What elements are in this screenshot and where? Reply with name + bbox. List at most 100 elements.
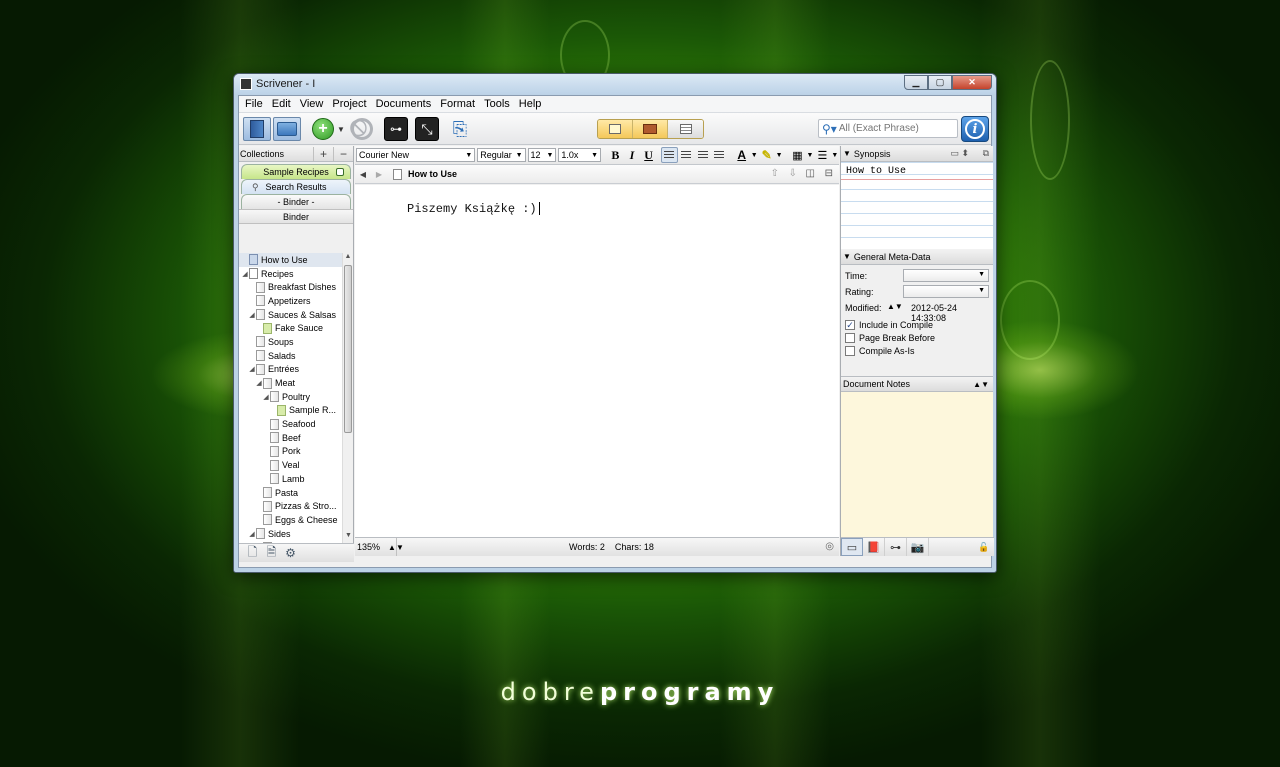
collapse-triangle-icon[interactable]: ▼ <box>843 252 851 261</box>
back-arrow-icon[interactable]: ◀ <box>355 170 371 179</box>
add-collection-button[interactable]: + <box>313 146 333 161</box>
synopsis-card[interactable]: How to Use <box>841 162 993 249</box>
chevron-down-icon[interactable]: ▼ <box>831 147 839 163</box>
search-input[interactable] <box>838 123 949 134</box>
minimize-button[interactable]: ▁ <box>904 75 928 90</box>
disclosure-triangle-icon[interactable]: ◢ <box>241 270 249 278</box>
list-icon[interactable]: ☰ <box>814 147 831 163</box>
zoom-control[interactable]: 135% ▲▼ <box>355 538 404 556</box>
binder-item[interactable]: ◢ Entrées <box>239 363 342 377</box>
binder-item[interactable]: How to Use <box>239 253 342 267</box>
menu-documents[interactable]: Documents <box>376 98 432 110</box>
lock-icon[interactable]: 🔓 <box>978 538 990 556</box>
stepper-icon[interactable]: ▲▼ <box>973 380 989 389</box>
binder-item[interactable]: Fake Sauce <box>239 321 342 335</box>
binder-item[interactable]: ◢ Poultry <box>239 390 342 404</box>
collection-tab-search-results[interactable]: ⚲ Search Results <box>241 179 351 194</box>
highlighter-icon[interactable]: ✎ <box>758 147 775 163</box>
disclosure-triangle-icon[interactable]: ◢ <box>262 393 270 401</box>
target-icon[interactable]: ◎ <box>825 541 834 552</box>
chevron-down-icon[interactable]: ▼ <box>806 147 814 163</box>
delete-button[interactable]: ⃠ <box>351 118 373 140</box>
collection-tab-binder[interactable]: - Binder - <box>241 194 351 209</box>
binder-item[interactable]: Seafood <box>239 417 342 431</box>
scroll-down-icon[interactable]: ▼ <box>343 532 354 543</box>
page-break-before-checkbox[interactable]: Page Break Before <box>845 333 935 343</box>
italic-button[interactable]: I <box>624 147 641 163</box>
stepper-icon[interactable]: ▲▼ <box>388 543 404 552</box>
scrivenings-view-button[interactable] <box>598 120 633 138</box>
align-center-button[interactable] <box>678 147 695 163</box>
compile-as-is-checkbox[interactable]: Compile As-Is <box>845 346 915 356</box>
collapse-triangle-icon[interactable]: ▼ <box>843 149 851 158</box>
binder-item[interactable]: Pasta <box>239 486 342 500</box>
scroll-up-icon[interactable]: ▲ <box>343 253 353 264</box>
align-justify-button[interactable] <box>694 147 711 163</box>
menu-edit[interactable]: Edit <box>272 98 291 110</box>
document-notes-header[interactable]: Document Notes ▲▼ <box>841 376 993 392</box>
collections-toggle-button[interactable] <box>273 117 301 141</box>
menu-tools[interactable]: Tools <box>484 98 510 110</box>
close-button[interactable]: ✕ <box>952 75 992 90</box>
time-select[interactable] <box>903 269 989 282</box>
binder-item[interactable]: Appetizers <box>239 294 342 308</box>
synopsis-mode-icon[interactable]: ▭ ⬍ <box>950 148 969 159</box>
keywords-button[interactable]: ⊶ <box>384 117 408 141</box>
font-family-select[interactable]: Courier New ▼ <box>356 148 476 162</box>
menu-view[interactable]: View <box>300 98 324 110</box>
menu-project[interactable]: Project <box>332 98 366 110</box>
full-screen-button[interactable]: ⤡ <box>415 117 439 141</box>
image-icon[interactable]: ⧉ <box>983 148 989 159</box>
snapshots-tab-icon[interactable]: 📷 <box>907 538 929 556</box>
stepper-icon[interactable]: ▲▼ <box>887 302 903 311</box>
document-notes-area[interactable] <box>841 392 993 538</box>
collection-tab-sample-recipes[interactable]: Sample Recipes <box>241 164 351 179</box>
binder-item[interactable]: Pizzas & Stro... <box>239 499 342 513</box>
disclosure-triangle-icon[interactable]: ◢ <box>248 311 256 319</box>
gear-icon[interactable]: ⚙ <box>281 546 300 560</box>
notes-tab-icon[interactable]: ▭ <box>841 538 863 556</box>
font-style-select[interactable]: Regular ▼ <box>477 148 526 162</box>
keywords-tab-icon[interactable]: ⊶ <box>885 538 907 556</box>
inspector-toggle-button[interactable]: i <box>961 116 989 142</box>
outliner-view-button[interactable] <box>668 120 703 138</box>
add-document-button[interactable]: + <box>312 118 334 140</box>
synopsis-header[interactable]: ▼ Synopsis ▭ ⬍ ⧉ <box>841 146 993 162</box>
scroll-thumb[interactable] <box>344 265 352 433</box>
meta-data-header[interactable]: ▼ General Meta-Data <box>841 249 993 265</box>
new-folder-icon[interactable]: 🗎 <box>262 543 281 564</box>
document-title[interactable]: How to Use <box>408 169 457 179</box>
references-tab-icon[interactable]: 📕 <box>863 538 885 556</box>
menu-file[interactable]: File <box>245 98 263 110</box>
text-editor[interactable]: Piszemy Książkę :) <box>355 185 839 537</box>
disclosure-triangle-icon[interactable]: ◢ <box>255 379 263 387</box>
binder-scrollbar[interactable]: ▲ ▼ <box>342 253 353 543</box>
binder-toggle-button[interactable] <box>243 117 271 141</box>
arrow-up-icon[interactable]: ⇧ <box>771 168 779 179</box>
split-horizontal-icon[interactable]: ⊟ <box>825 168 833 179</box>
binder-item[interactable]: ◢ Sauces & Salsas <box>239 308 342 322</box>
remove-collection-button[interactable]: − <box>333 146 353 161</box>
new-item-icon[interactable]: 🗋 <box>243 543 262 564</box>
binder-item[interactable]: Salads <box>239 349 342 363</box>
binder-item[interactable]: ◢ Sides <box>239 527 342 541</box>
maximize-button[interactable]: ▢ <box>928 75 952 90</box>
add-menu-chevron-icon[interactable]: ▼ <box>336 117 346 141</box>
include-in-compile-checkbox[interactable]: ✓ Include in Compile <box>845 320 933 330</box>
corkboard-view-button[interactable] <box>633 120 668 138</box>
disclosure-triangle-icon[interactable]: ◢ <box>248 365 256 373</box>
table-icon[interactable]: ▦ <box>789 147 806 163</box>
menu-help[interactable]: Help <box>519 98 542 110</box>
binder-item[interactable]: Beef <box>239 431 342 445</box>
rating-select[interactable] <box>903 285 989 298</box>
binder-item[interactable]: Eggs & Cheese <box>239 513 342 527</box>
binder-item[interactable]: ◢ Recipes <box>239 267 342 281</box>
chevron-down-icon[interactable]: ▼ <box>750 147 758 163</box>
arrow-down-icon[interactable]: ⇩ <box>789 168 797 179</box>
binder-item[interactable]: Breakfast Dishes <box>239 280 342 294</box>
search-icon[interactable]: ⚲▾ <box>822 122 837 136</box>
bold-button[interactable]: B <box>607 147 624 163</box>
compile-button[interactable]: ⎘ <box>448 117 472 141</box>
forward-arrow-icon[interactable]: ▶ <box>371 170 387 179</box>
title-bar[interactable]: Scrivener - I ▁ ▢ ✕ <box>234 74 996 94</box>
